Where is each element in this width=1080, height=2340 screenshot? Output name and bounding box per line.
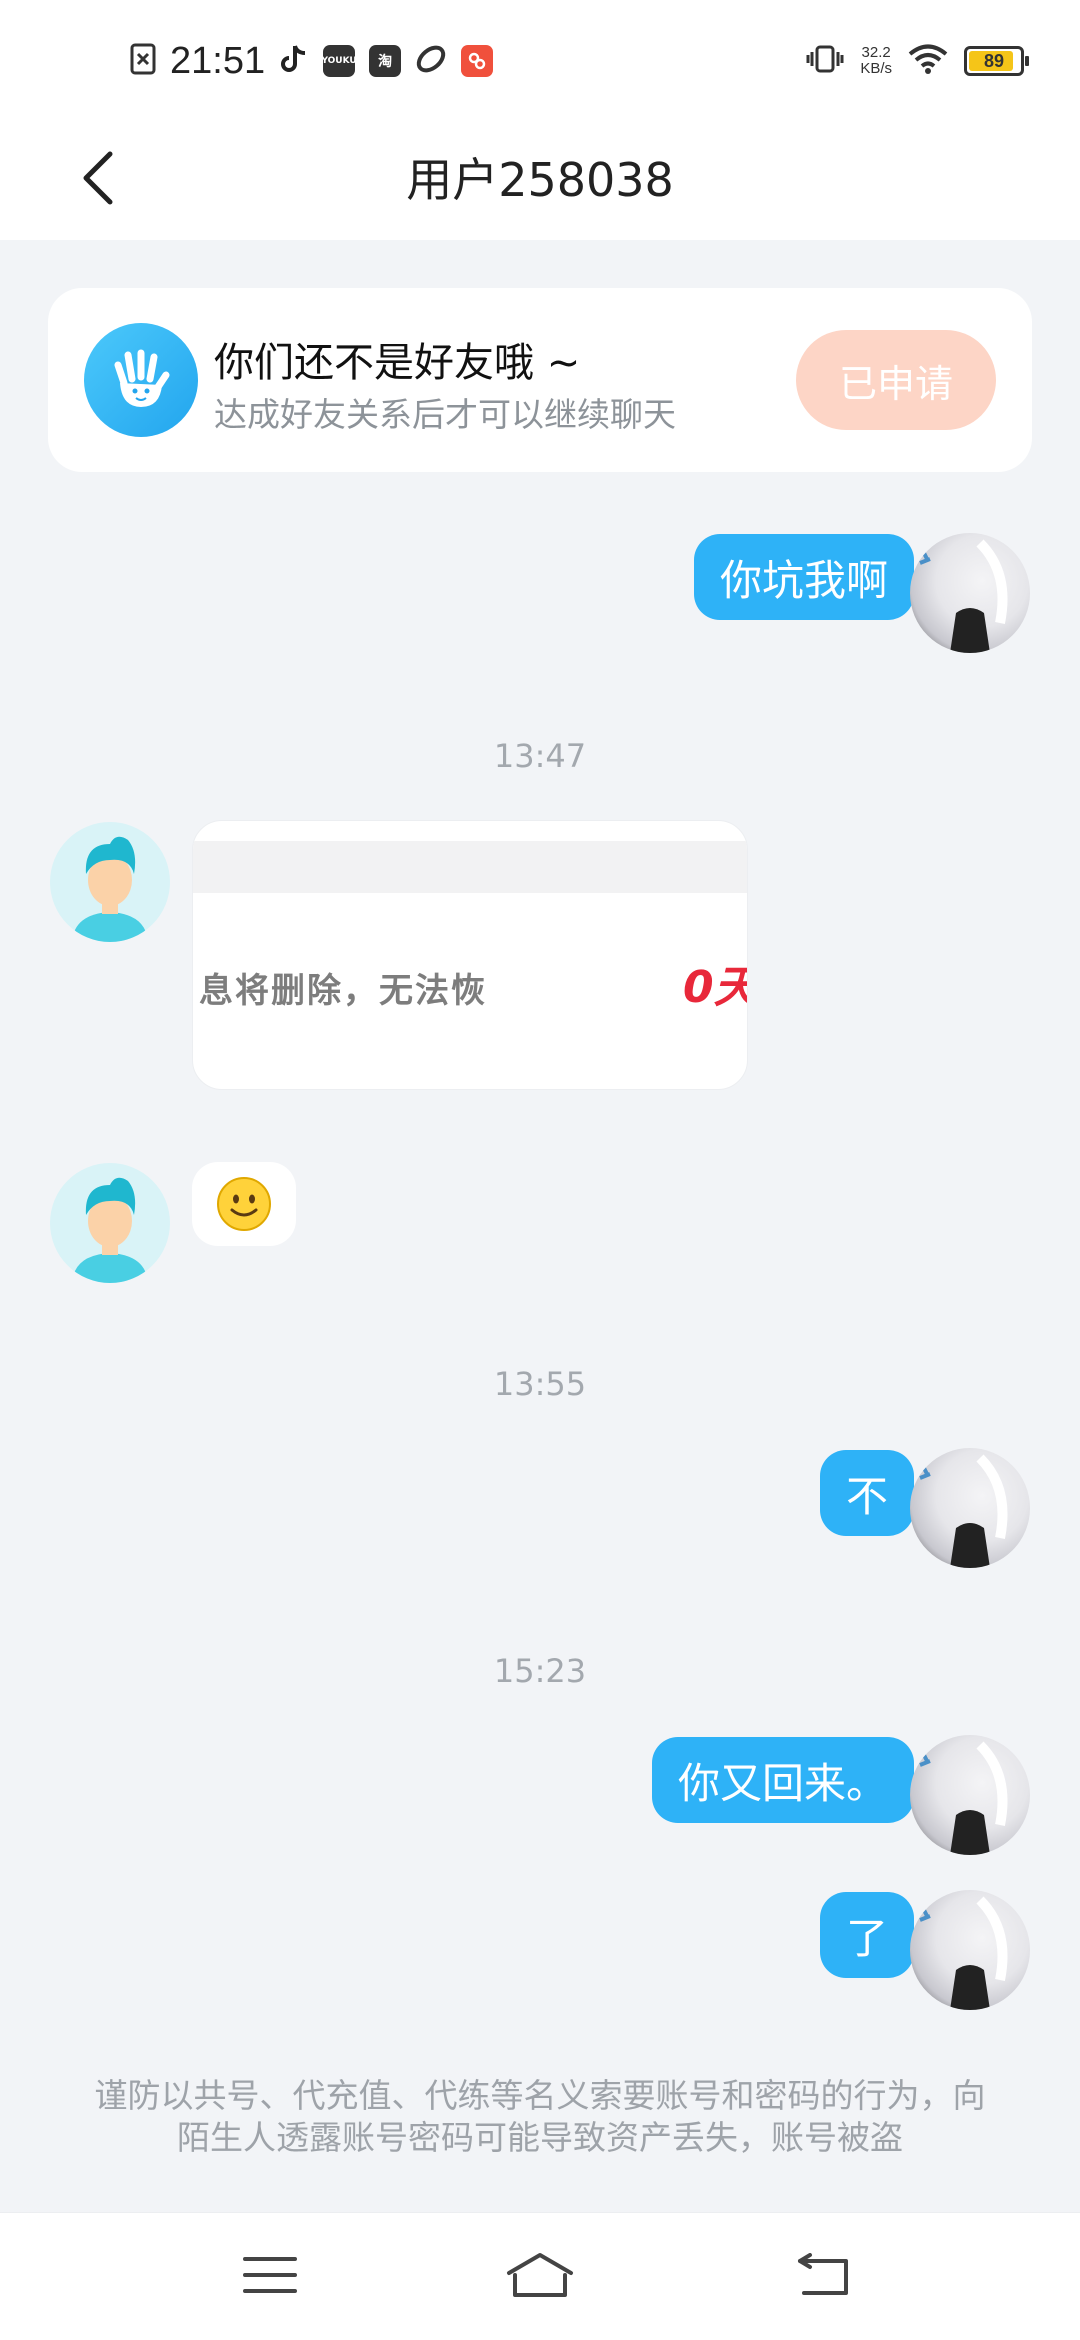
menu-icon [243,2255,297,2299]
contact-avatar[interactable] [50,1163,170,1283]
message-bubble-sent[interactable]: 你又回来。 [651,1737,914,1823]
battery-icon: 89 [964,46,1029,76]
network-speed-value: 32.2 [861,44,891,61]
message-bubble-sent[interactable]: 不 [819,1450,914,1536]
chat-header: 用户258038 [0,120,1080,240]
leaf-app-icon [415,43,447,79]
home-icon [505,2251,575,2303]
network-speed: 32.2 KB/s [860,45,892,77]
status-time: 21:51 [170,39,266,82]
wifi-icon [908,43,948,79]
timestamp: 13:47 [493,737,587,775]
menu-button[interactable] [220,2237,320,2317]
timestamp: 15:23 [493,1652,587,1690]
contact-avatar[interactable] [50,822,170,942]
security-warning: 谨防以共号、代充值、代练等名义索要账号和密码的行为，向陌生人透露账号密码可能导致… [94,2076,986,2157]
my-avatar[interactable] [910,1448,1030,1568]
image-message[interactable]: 息将删除，无法恢 0天 [192,820,748,1090]
notice-subtitle: 达成好友关系后才可以继续聊天 [214,395,676,434]
message-bubble-sent[interactable]: 你坑我啊 [693,534,914,620]
image-strip [193,841,747,893]
youku-icon: YOUKU [321,45,357,77]
emoji-message[interactable] [192,1162,296,1246]
home-button[interactable] [490,2237,590,2317]
image-message-red-text: 0天 [683,962,747,1013]
image-message-text: 息将删除，无法恢 [199,971,487,1011]
notice-title: 你们还不是好友哦 ~ [214,340,581,386]
my-avatar[interactable] [910,1890,1030,2010]
my-avatar[interactable] [910,533,1030,653]
page-title: 用户258038 [406,153,674,207]
return-icon [796,2253,852,2301]
friend-notice-card: 你们还不是好友哦 ~ 达成好友关系后才可以继续聊天 已申请 [48,288,1032,472]
red-app-icon [461,45,494,77]
vibrate-icon [806,43,844,79]
hand-wave-icon [84,323,198,437]
message-bubble-sent[interactable]: 了 [819,1892,914,1978]
friend-request-button[interactable]: 已申请 [796,330,996,430]
file-x-icon [130,43,156,79]
network-speed-unit: KB/s [860,60,892,77]
smile-emoji-icon [217,1177,271,1231]
status-bar-right: 32.2 KB/s 89 [806,38,1029,84]
battery-percent: 89 [983,50,1005,71]
system-nav-bar [0,2212,1080,2340]
status-bar: 21:51 YOUKU 淘 32.2 KB/s 89 [0,0,1080,120]
timestamp: 13:55 [493,1365,587,1403]
status-bar-left: 21:51 YOUKU 淘 [130,36,494,86]
my-avatar[interactable] [910,1735,1030,1855]
taobao-icon: 淘 [369,45,402,77]
tiktok-icon [279,43,309,79]
back-nav-button[interactable] [774,2237,874,2317]
